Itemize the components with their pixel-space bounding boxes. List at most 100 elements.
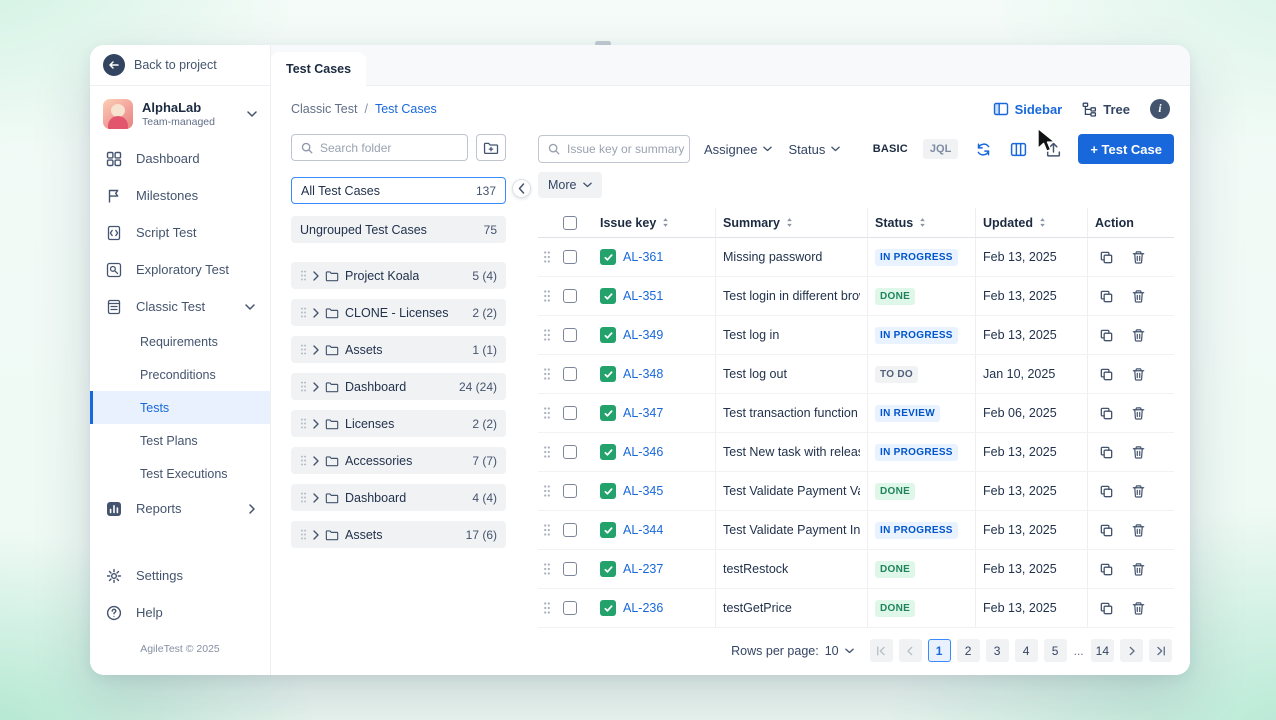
last-page-button[interactable] <box>1149 639 1172 662</box>
drag-handle-icon[interactable] <box>538 472 556 510</box>
export-icon[interactable] <box>1043 139 1063 159</box>
sidebar-item-exploratory-test[interactable]: Exploratory Test <box>90 251 270 288</box>
folder-tree-item[interactable]: Dashboard 4 (4) <box>291 484 506 511</box>
copy-icon[interactable] <box>1099 367 1114 382</box>
copy-icon[interactable] <box>1099 250 1114 265</box>
refresh-icon[interactable] <box>973 139 993 159</box>
trash-icon[interactable] <box>1131 562 1146 577</box>
sidebar-toggle-button[interactable]: Sidebar <box>993 101 1063 117</box>
tree-view-button[interactable]: Tree <box>1082 102 1130 117</box>
summary-cell[interactable]: Test Validate Payment Valid C <box>716 472 868 510</box>
page-button-5[interactable]: 5 <box>1044 639 1067 662</box>
expand-chevron-icon[interactable] <box>313 308 319 318</box>
header-issue-key[interactable]: Issue key <box>593 208 716 237</box>
copy-icon[interactable] <box>1099 523 1114 538</box>
folder-tree-item[interactable]: Assets 1 (1) <box>291 336 506 363</box>
issue-key-link[interactable]: AL-346 <box>623 445 663 459</box>
summary-cell[interactable]: Test Validate Payment Invalid <box>716 511 868 549</box>
summary-cell[interactable]: testRestock <box>716 550 868 588</box>
folder-tree-item[interactable]: Licenses 2 (2) <box>291 410 506 437</box>
trash-icon[interactable] <box>1131 250 1146 265</box>
tab-test-cases[interactable]: Test Cases <box>271 52 366 86</box>
assignee-filter-dropdown[interactable]: Assignee <box>702 138 774 161</box>
drag-handle-icon[interactable] <box>538 277 556 315</box>
expand-chevron-icon[interactable] <box>313 419 319 429</box>
drag-handle-icon[interactable] <box>538 550 556 588</box>
header-summary[interactable]: Summary <box>716 208 868 237</box>
new-test-case-button[interactable]: + Test Case <box>1078 134 1174 164</box>
folder-tree-item[interactable]: Dashboard 24 (24) <box>291 373 506 400</box>
drag-handle-icon[interactable] <box>300 306 307 319</box>
row-checkbox[interactable] <box>563 445 577 459</box>
summary-cell[interactable]: testGetPrice <box>716 589 868 627</box>
folder-tree-item[interactable]: CLONE - Licenses 2 (2) <box>291 299 506 326</box>
summary-cell[interactable]: Test log out <box>716 355 868 393</box>
page-button-4[interactable]: 4 <box>1015 639 1038 662</box>
page-button-2[interactable]: 2 <box>957 639 980 662</box>
next-page-button[interactable] <box>1120 639 1143 662</box>
expand-chevron-icon[interactable] <box>313 382 319 392</box>
add-folder-button[interactable] <box>476 134 506 161</box>
status-filter-dropdown[interactable]: Status <box>786 138 842 161</box>
trash-icon[interactable] <box>1131 367 1146 382</box>
drag-handle-icon[interactable] <box>538 355 556 393</box>
issue-key-link[interactable]: AL-347 <box>623 406 663 420</box>
basic-mode-toggle[interactable]: BASIC <box>873 143 908 155</box>
sidebar-item-script-test[interactable]: Script Test <box>90 214 270 251</box>
header-updated[interactable]: Updated <box>976 208 1088 237</box>
sidebar-item-requirements[interactable]: Requirements <box>90 325 270 358</box>
issue-search-input[interactable]: Issue key or summary <box>538 135 690 163</box>
summary-cell[interactable]: Test log in <box>716 316 868 354</box>
row-checkbox[interactable] <box>563 406 577 420</box>
header-status[interactable]: Status <box>868 208 976 237</box>
drag-handle-icon[interactable] <box>538 316 556 354</box>
expand-chevron-icon[interactable] <box>313 530 319 540</box>
drag-handle-icon[interactable] <box>300 269 307 282</box>
collapse-panel-button[interactable] <box>512 179 531 198</box>
expand-chevron-icon[interactable] <box>313 271 319 281</box>
row-checkbox[interactable] <box>563 484 577 498</box>
folder-all-test-cases[interactable]: All Test Cases 137 <box>291 177 506 204</box>
drag-handle-icon[interactable] <box>300 491 307 504</box>
issue-key-link[interactable]: AL-349 <box>623 328 663 342</box>
issue-key-link[interactable]: AL-236 <box>623 601 663 615</box>
sidebar-item-milestones[interactable]: Milestones <box>90 177 270 214</box>
trash-icon[interactable] <box>1131 406 1146 421</box>
issue-key-link[interactable]: AL-361 <box>623 250 663 264</box>
row-checkbox[interactable] <box>563 328 577 342</box>
issue-key-link[interactable]: AL-345 <box>623 484 663 498</box>
copy-icon[interactable] <box>1099 289 1114 304</box>
drag-handle-icon[interactable] <box>300 380 307 393</box>
sidebar-item-tests[interactable]: Tests <box>90 391 270 424</box>
sidebar-item-dashboard[interactable]: Dashboard <box>90 140 270 177</box>
jql-mode-toggle[interactable]: JQL <box>923 139 958 159</box>
issue-key-link[interactable]: AL-344 <box>623 523 663 537</box>
sort-icon[interactable] <box>919 217 926 228</box>
folder-ungrouped-test-cases[interactable]: Ungrouped Test Cases 75 <box>291 216 506 243</box>
drag-handle-icon[interactable] <box>538 394 556 432</box>
trash-icon[interactable] <box>1131 601 1146 616</box>
sort-icon[interactable] <box>786 217 793 228</box>
prev-page-button[interactable] <box>899 639 922 662</box>
back-to-project-button[interactable]: Back to project <box>90 45 270 86</box>
select-all-checkbox[interactable] <box>563 216 577 230</box>
copy-icon[interactable] <box>1099 328 1114 343</box>
sidebar-item-preconditions[interactable]: Preconditions <box>90 358 270 391</box>
trash-icon[interactable] <box>1131 445 1146 460</box>
breadcrumb-parent[interactable]: Classic Test <box>291 102 357 116</box>
sidebar-item-reports[interactable]: Reports <box>90 490 270 527</box>
drag-handle-icon[interactable] <box>538 589 556 627</box>
sidebar-item-test-executions[interactable]: Test Executions <box>90 457 270 490</box>
trash-icon[interactable] <box>1131 523 1146 538</box>
copy-icon[interactable] <box>1099 484 1114 499</box>
trash-icon[interactable] <box>1131 289 1146 304</box>
breadcrumb-current[interactable]: Test Cases <box>375 102 437 116</box>
summary-cell[interactable]: Test transaction function <box>716 394 868 432</box>
folder-search-input[interactable]: Search folder <box>291 134 468 161</box>
copy-icon[interactable] <box>1099 445 1114 460</box>
expand-chevron-icon[interactable] <box>313 493 319 503</box>
drag-handle-icon[interactable] <box>300 454 307 467</box>
issue-key-link[interactable]: AL-348 <box>623 367 663 381</box>
copy-icon[interactable] <box>1099 406 1114 421</box>
drag-handle-icon[interactable] <box>300 528 307 541</box>
